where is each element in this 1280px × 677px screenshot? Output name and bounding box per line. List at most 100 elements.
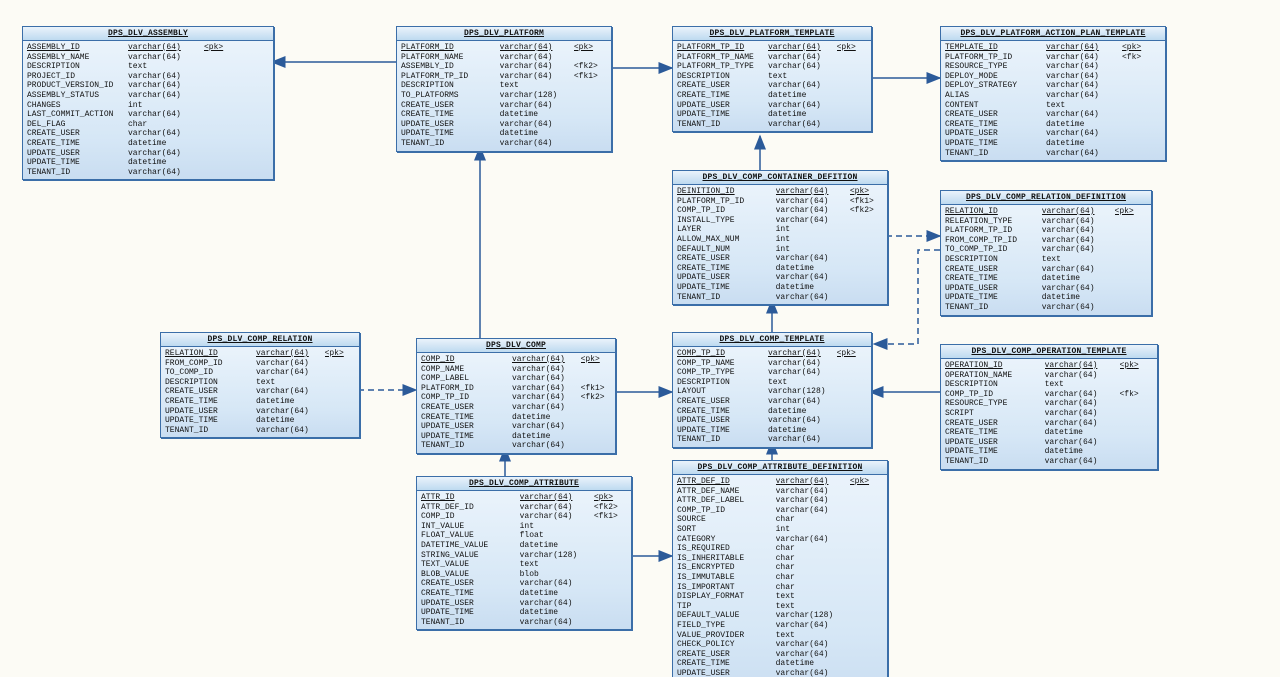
column-type: varchar(64) xyxy=(768,120,831,130)
column-key xyxy=(325,359,355,369)
column-key xyxy=(837,407,867,417)
column-type: varchar(64) xyxy=(776,216,844,226)
table-column: TENANT_IDvarchar(64) xyxy=(677,435,867,445)
column-name: CREATE_TIME xyxy=(27,139,122,149)
table-column: LAST_COMMIT_ACTIONvarchar(64) xyxy=(27,110,269,120)
column-name: ATTR_ID xyxy=(421,493,514,503)
column-type: varchar(64) xyxy=(1046,81,1116,91)
column-name: CREATE_TIME xyxy=(421,413,506,423)
column-key xyxy=(1120,447,1153,457)
table-column: RELEATION_TYPEvarchar(64) xyxy=(945,217,1147,227)
column-name: CREATE_TIME xyxy=(677,407,762,417)
column-key xyxy=(850,621,883,631)
column-type: datetime xyxy=(520,589,588,599)
table-body: ATTR_IDvarchar(64)<pk>ATTR_DEF_IDvarchar… xyxy=(417,491,631,629)
column-key xyxy=(837,62,867,72)
table-title: DPS_DLV_COMP_CONTAINER_DEFITION xyxy=(673,171,887,185)
column-key xyxy=(1122,139,1156,149)
column-name: CREATE_TIME xyxy=(677,91,762,101)
column-name: LAST_COMMIT_ACTION xyxy=(27,110,122,120)
erd-table-platform[interactable]: DPS_DLV_PLATFORMPLATFORM_IDvarchar(64)<p… xyxy=(396,26,612,152)
table-column: STRING_VALUEvarchar(128) xyxy=(421,551,627,561)
column-name: UPDATE_USER xyxy=(677,669,770,677)
table-title: DPS_DLV_COMP_RELATION xyxy=(161,333,359,347)
column-key xyxy=(325,426,355,436)
column-name: BLOB_VALUE xyxy=(421,570,514,580)
erd-table-comp_container_def[interactable]: DPS_DLV_COMP_CONTAINER_DEFITIONDEINITION… xyxy=(672,170,888,305)
table-column: PLATFORM_TP_IDvarchar(64)<fk1> xyxy=(401,72,607,82)
column-name: UPDATE_USER xyxy=(677,273,770,283)
erd-table-platform_template[interactable]: DPS_DLV_PLATFORM_TEMPLATEPLATFORM_TP_IDv… xyxy=(672,26,872,132)
table-column: FLOAT_VALUEfloat xyxy=(421,531,627,541)
column-type: varchar(128) xyxy=(500,91,568,101)
erd-table-comp_relation[interactable]: DPS_DLV_COMP_RELATIONRELATION_IDvarchar(… xyxy=(160,332,360,438)
table-column: CREATE_TIMEdatetime xyxy=(945,428,1153,438)
column-type: varchar(64) xyxy=(128,43,198,53)
column-type: varchar(64) xyxy=(256,359,319,369)
table-column: DESCRIPTIONtext xyxy=(945,380,1153,390)
column-type: datetime xyxy=(1045,428,1114,438)
column-name: UPDATE_USER xyxy=(677,416,762,426)
column-key xyxy=(1122,110,1156,120)
column-key xyxy=(850,293,883,303)
erd-table-comp[interactable]: DPS_DLV_COMPCOMP_IDvarchar(64)<pk>COMP_N… xyxy=(416,338,616,454)
column-key xyxy=(837,359,867,369)
column-name: UPDATE_TIME xyxy=(27,158,122,168)
column-type: datetime xyxy=(512,413,575,423)
column-key xyxy=(850,496,883,506)
erd-table-comp_relation_def[interactable]: DPS_DLV_COMP_RELATION_DEFINITIONRELATION… xyxy=(940,190,1152,316)
column-key xyxy=(581,422,611,432)
erd-table-comp_template[interactable]: DPS_DLV_COMP_TEMPLATECOMP_TP_IDvarchar(6… xyxy=(672,332,872,448)
column-name: CREATE_TIME xyxy=(401,110,494,120)
table-column: TENANT_IDvarchar(64) xyxy=(27,168,269,178)
column-key xyxy=(850,611,883,621)
column-key xyxy=(581,365,611,375)
table-body: RELATION_IDvarchar(64)<pk>FROM_COMP_IDva… xyxy=(161,347,359,437)
column-name: TO_COMP_TP_ID xyxy=(945,245,1036,255)
column-name: VALUE_PROVIDER xyxy=(677,631,770,641)
column-type: char xyxy=(776,515,844,525)
column-key xyxy=(574,101,607,111)
column-key xyxy=(850,515,883,525)
column-name: TEXT_VALUE xyxy=(421,560,514,570)
column-key xyxy=(1115,255,1147,265)
erd-table-comp_attr_def[interactable]: DPS_DLV_COMP_ATTRIBUTE_DEFINITIONATTR_DE… xyxy=(672,460,888,677)
column-type: text xyxy=(500,81,568,91)
column-type: text xyxy=(768,72,831,82)
column-name: SOURCE xyxy=(677,515,770,525)
table-column: CONTENTtext xyxy=(945,101,1161,111)
column-key: <fk1> xyxy=(581,384,611,394)
erd-table-comp_attribute[interactable]: DPS_DLV_COMP_ATTRIBUTEATTR_IDvarchar(64)… xyxy=(416,476,632,630)
table-body: DEINITION_IDvarchar(64)<pk>PLATFORM_TP_I… xyxy=(673,185,887,304)
column-type: varchar(64) xyxy=(776,650,844,660)
column-key xyxy=(837,120,867,130)
table-column: IS_IMPORTANTchar xyxy=(677,583,883,593)
column-type: varchar(64) xyxy=(768,101,831,111)
column-name: TENANT_ID xyxy=(401,139,494,149)
column-name: TENANT_ID xyxy=(165,426,250,436)
table-column: ASSEMBLY_NAMEvarchar(64) xyxy=(27,53,269,63)
column-type: varchar(64) xyxy=(1045,390,1114,400)
table-column: UPDATE_USERvarchar(64) xyxy=(421,422,611,432)
column-key xyxy=(574,81,607,91)
column-type: varchar(64) xyxy=(768,43,831,53)
column-key xyxy=(837,378,867,388)
column-type: int xyxy=(776,245,844,255)
column-key: <pk> xyxy=(581,355,611,365)
table-column: TEMPLATE_IDvarchar(64)<pk> xyxy=(945,43,1161,53)
column-name: UPDATE_USER xyxy=(945,438,1039,448)
column-key xyxy=(850,592,883,602)
column-key xyxy=(1122,129,1156,139)
column-key xyxy=(837,426,867,436)
column-type: text xyxy=(776,602,844,612)
table-column: CREATE_USERvarchar(64) xyxy=(677,397,867,407)
erd-table-comp_op_template[interactable]: DPS_DLV_COMP_OPERATION_TEMPLATEOPERATION… xyxy=(940,344,1158,470)
table-title: DPS_DLV_COMP_ATTRIBUTE xyxy=(417,477,631,491)
erd-table-assembly[interactable]: DPS_DLV_ASSEMBLYASSEMBLY_IDvarchar(64)<p… xyxy=(22,26,274,180)
column-key: <pk> xyxy=(1122,43,1156,53)
column-key xyxy=(1120,399,1153,409)
column-name: UPDATE_USER xyxy=(421,599,514,609)
erd-table-action_plan_template[interactable]: DPS_DLV_PLATFORM_ACTION_PLAN_TEMPLATETEM… xyxy=(940,26,1166,161)
column-name: CREATE_TIME xyxy=(945,274,1036,284)
table-column: BLOB_VALUEblob xyxy=(421,570,627,580)
